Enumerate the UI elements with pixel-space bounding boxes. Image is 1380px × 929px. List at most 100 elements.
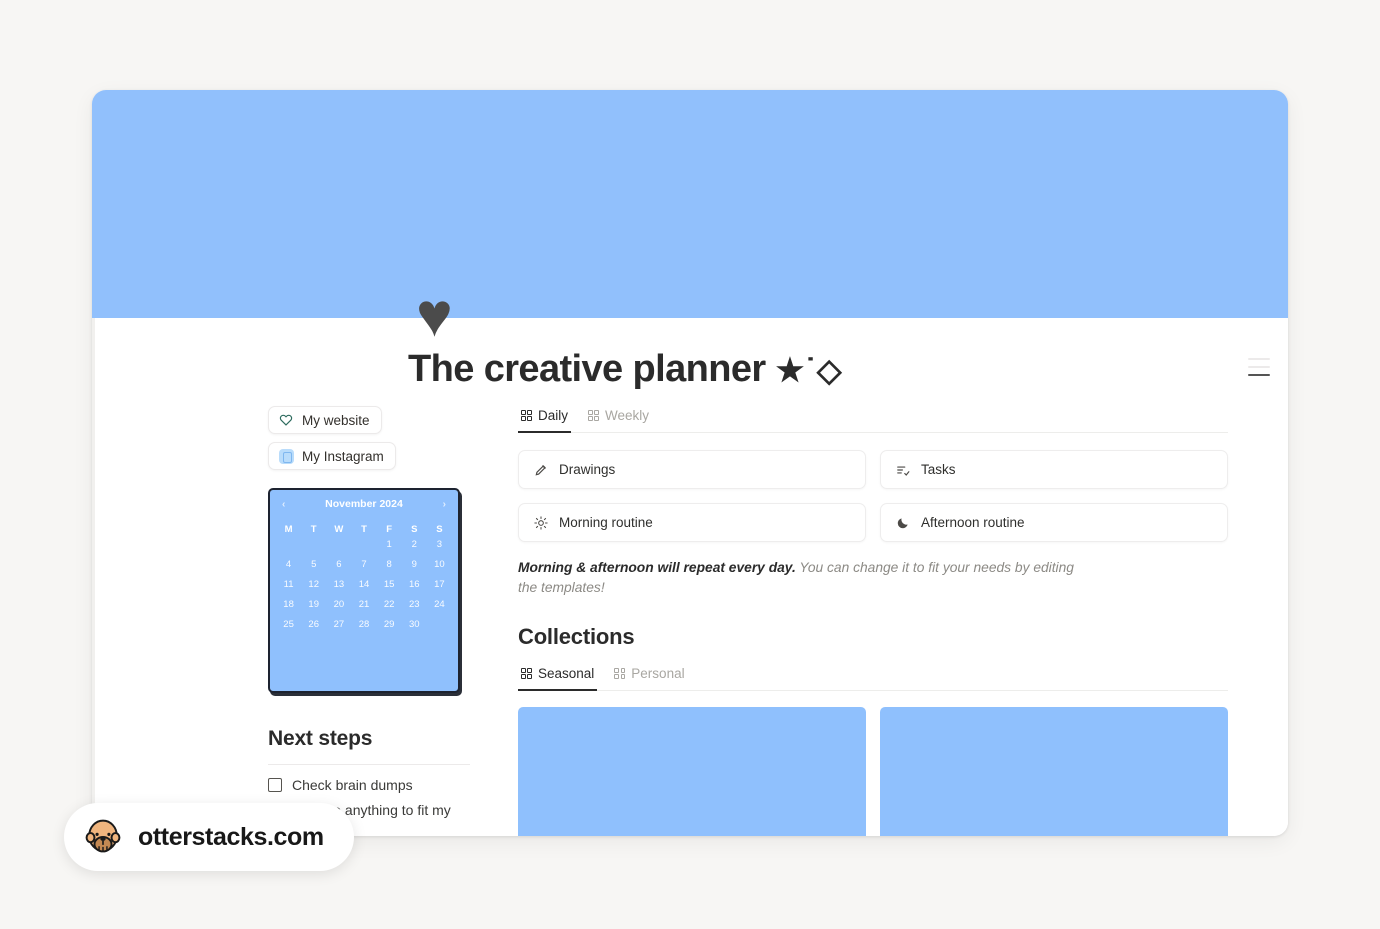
tab-seasonal[interactable]: Seasonal — [518, 664, 598, 691]
calendar-day[interactable]: 27 — [326, 619, 351, 630]
planner-card-label: Afternoon routine — [921, 515, 1025, 530]
calendar-day[interactable]: 15 — [377, 579, 402, 590]
next-steps-divider — [268, 764, 470, 765]
pencil-icon — [533, 462, 548, 477]
calendar-header: ‹ November 2024 › — [276, 498, 452, 510]
planner-note: Morning & afternoon will repeat every da… — [518, 558, 1093, 598]
calendar-day[interactable]: 7 — [351, 559, 376, 570]
calendar-next-button[interactable]: › — [443, 499, 446, 510]
sun-icon — [533, 515, 548, 530]
calendar-day[interactable]: 21 — [351, 599, 376, 610]
planner-card-afternoon-routine[interactable]: Afternoon routine — [880, 503, 1228, 542]
browser-window: ♥ The creative planner ★˙◇ My website My… — [92, 90, 1288, 836]
calendar-day[interactable]: 24 — [427, 599, 452, 610]
calendar-weekday: T — [361, 524, 367, 535]
tab-daily[interactable]: Daily — [518, 406, 572, 433]
outline-line-2 — [1248, 366, 1270, 368]
grid-view-icon — [614, 668, 626, 679]
planner-card-drawings[interactable]: Drawings — [518, 450, 866, 489]
grid-view-icon — [521, 410, 532, 421]
planner-card-label: Morning routine — [559, 515, 653, 530]
next-step-item[interactable]: Check brain dumps — [268, 777, 478, 793]
calendar-day[interactable]: 13 — [326, 579, 351, 590]
planner-tabbar: Daily Weekly — [518, 406, 1228, 433]
calendar-day[interactable]: 3 — [427, 539, 452, 550]
calendar-day[interactable]: 9 — [402, 559, 427, 570]
instagram-icon — [278, 448, 294, 464]
link-my-instagram[interactable]: My Instagram — [268, 442, 396, 470]
watermark-badge: otterstacks.com — [64, 803, 354, 871]
calendar-day[interactable]: 20 — [326, 599, 351, 610]
page-columns: My website My Instagram ‹ November 2024 … — [268, 406, 1228, 836]
calendar-day[interactable]: 1 — [377, 539, 402, 550]
collections-tabbar: Seasonal Personal — [518, 664, 1228, 691]
tab-personal[interactable]: Personal — [611, 664, 687, 691]
right-column: Daily Weekly Drawings Tasks Morning routine… — [518, 406, 1228, 836]
moon-icon — [895, 515, 910, 530]
calendar-widget[interactable]: ‹ November 2024 › MTWTFSS ....1234567891… — [268, 488, 460, 693]
calendar-weekday: T — [310, 524, 317, 535]
planner-card-morning-routine[interactable]: Morning routine — [518, 503, 866, 542]
calendar-day[interactable]: 11 — [276, 579, 301, 590]
page-cover-image[interactable] — [92, 90, 1288, 318]
outline-indicator[interactable] — [1248, 358, 1270, 376]
calendar-day[interactable]: 25 — [276, 619, 301, 630]
calendar-day[interactable]: 5 — [301, 559, 326, 570]
tab-label: Weekly — [605, 408, 650, 423]
outline-line-3-active — [1248, 374, 1270, 376]
calendar-day[interactable]: 10 — [427, 559, 452, 570]
tab-weekly[interactable]: Weekly — [585, 406, 652, 433]
left-column: My website My Instagram ‹ November 2024 … — [268, 406, 478, 836]
otter-logo-icon — [82, 816, 124, 858]
tab-label: Daily — [538, 408, 569, 423]
sidebar-edge — [92, 318, 95, 836]
calendar-day[interactable]: 28 — [351, 619, 376, 630]
planner-card-grid: Drawings Tasks Morning routine Afternoon ro… — [518, 450, 1228, 542]
calendar-day[interactable]: 12 — [301, 579, 326, 590]
calendar-day[interactable]: 6 — [326, 559, 351, 570]
collection-card[interactable] — [880, 707, 1228, 836]
calendar-day[interactable]: 17 — [427, 579, 452, 590]
calendar-month-label: November 2024 — [325, 498, 403, 510]
calendar-prev-button[interactable]: ‹ — [282, 499, 285, 510]
heart-outline-icon — [278, 412, 294, 428]
link-my-website-label: My website — [302, 412, 370, 428]
calendar-weekday: W — [334, 524, 344, 535]
page-title: The creative planner ★˙◇ — [408, 348, 843, 391]
planner-card-tasks[interactable]: Tasks — [880, 450, 1228, 489]
checkbox-icon[interactable] — [268, 778, 282, 792]
calendar-weekday: F — [386, 524, 393, 535]
watermark-text: otterstacks.com — [138, 822, 324, 851]
calendar-day[interactable]: 8 — [377, 559, 402, 570]
collections-card-grid — [518, 707, 1228, 836]
calendar-day-grid[interactable]: ....123456789101112131415161718192021222… — [276, 539, 452, 630]
tab-label: Seasonal — [538, 666, 595, 681]
calendar-day[interactable]: 22 — [377, 599, 402, 610]
planner-card-label: Drawings — [559, 462, 616, 477]
calendar-day[interactable]: 29 — [377, 619, 402, 630]
next-steps-heading: Next steps — [268, 727, 373, 750]
outline-line-1 — [1248, 358, 1270, 360]
page-title-text: The creative planner — [408, 348, 766, 390]
calendar-day[interactable]: 23 — [402, 599, 427, 610]
link-my-website[interactable]: My website — [268, 406, 382, 434]
calendar-day[interactable]: 4 — [276, 559, 301, 570]
calendar-day[interactable]: 16 — [402, 579, 427, 590]
tab-label: Personal — [631, 666, 685, 681]
collections-heading: Collections — [518, 624, 635, 649]
grid-view-icon — [588, 410, 600, 421]
heart-icon[interactable]: ♥ — [416, 285, 453, 347]
screenshot-root: ♥ The creative planner ★˙◇ My website My… — [0, 0, 1380, 929]
calendar-day[interactable]: 30 — [402, 619, 427, 630]
collection-card[interactable] — [518, 707, 866, 836]
calendar-day[interactable]: 18 — [276, 599, 301, 610]
calendar-day[interactable]: 14 — [351, 579, 376, 590]
planner-note-bold: Morning & afternoon will repeat every da… — [518, 560, 796, 575]
calendar-day[interactable]: 19 — [301, 599, 326, 610]
calendar-weekday-row: MTWTFSS — [276, 524, 452, 539]
link-my-instagram-label: My Instagram — [302, 448, 384, 464]
calendar-weekday: S — [436, 524, 443, 535]
calendar-day[interactable]: 2 — [402, 539, 427, 550]
calendar-day[interactable]: 26 — [301, 619, 326, 630]
task-list-icon — [895, 462, 910, 477]
